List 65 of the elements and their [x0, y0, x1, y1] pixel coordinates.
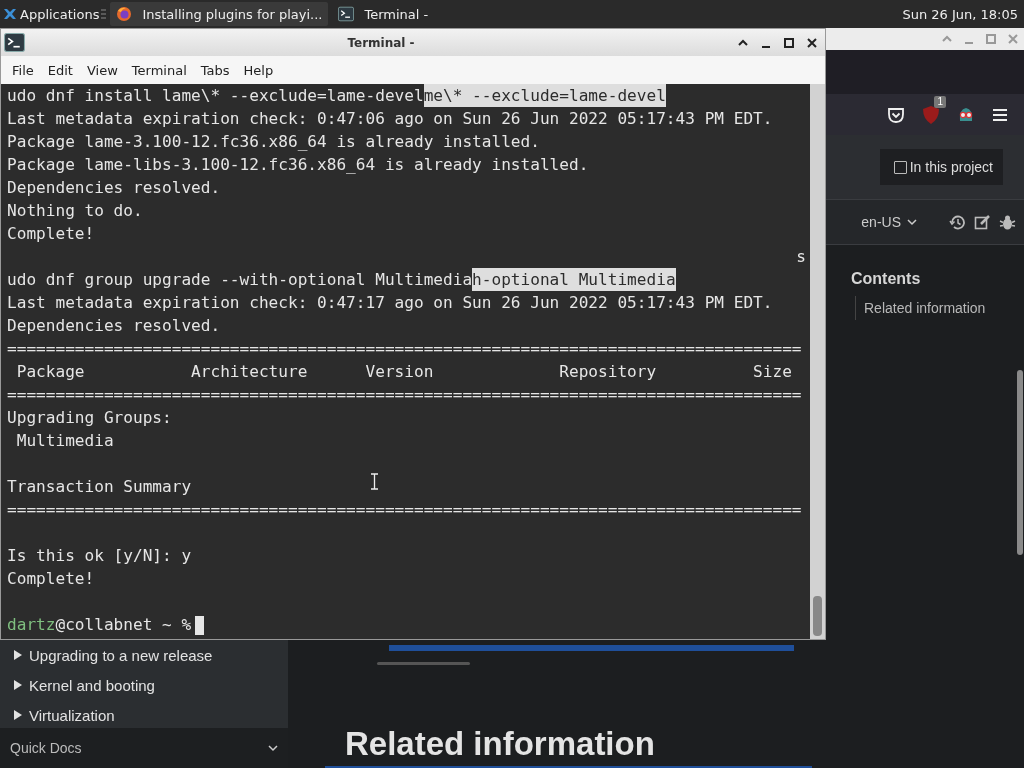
terminal-text: Dependencies resolved.: [7, 315, 221, 337]
terminal-text: Last metadata expiration check: 0:47:06 ago on Sun 26 Jun 2022 05:17:43 PM EDT.: [7, 108, 773, 130]
toc-title: Contents: [851, 270, 921, 288]
scrollbar[interactable]: [810, 84, 825, 639]
prompt-user: dartz: [7, 614, 56, 636]
terminal-text: Multimedia: [15, 430, 114, 452]
shield-extension-icon[interactable]: [920, 103, 942, 126]
taskbar-item[interactable]: Installing plugins for playi...: [109, 1, 330, 27]
menu-item[interactable]: Help: [236, 59, 281, 81]
horizontal-scrollbar[interactable]: [377, 662, 470, 665]
edit-icon[interactable]: [974, 213, 991, 231]
clock: Sun 26 Jun, 18:05: [902, 6, 1018, 22]
terminal-text: Dependencies resolved.: [7, 177, 221, 199]
terminal-text: Complete!: [7, 568, 95, 590]
terminal-text: ==================================================================================: [7, 338, 802, 360]
terminal-text: Complete!: [7, 223, 95, 245]
maximize-icon[interactable]: [783, 36, 795, 49]
prompt-text: @collabnet ~ %: [55, 614, 192, 636]
menu-item[interactable]: Edit: [40, 59, 80, 81]
scrollbar-thumb[interactable]: [813, 596, 822, 636]
applications-menu[interactable]: Applications: [0, 1, 102, 27]
terminal-icon: [338, 6, 355, 22]
close-icon[interactable]: [806, 36, 818, 49]
history-icon[interactable]: [949, 213, 966, 231]
browser-icon: [116, 6, 133, 22]
sidebar-item[interactable]: Virtualization: [0, 700, 288, 728]
menu-item[interactable]: Tabs: [193, 59, 237, 81]
selected-text: h-optional Multimedia: [472, 268, 676, 291]
sidebar-item[interactable]: Upgrading to a new release: [0, 640, 288, 670]
taskbar-item[interactable]: Terminal -: [331, 1, 436, 27]
sidebar-item[interactable]: Kernel and booting: [0, 670, 288, 700]
chevron-down-icon: [907, 218, 917, 226]
terminal-text: s: [796, 246, 806, 268]
scrollbar-thumb[interactable]: [1017, 370, 1023, 555]
bug-icon[interactable]: [999, 213, 1016, 231]
terminal-text: Package lame-3.100-12.fc36.x86_64 is already installed.: [7, 131, 540, 153]
language-dropdown[interactable]: en-US: [855, 213, 923, 231]
terminal-text: ==================================================================================: [7, 499, 802, 521]
menu-item[interactable]: Terminal: [124, 59, 194, 81]
menu-item[interactable]: File: [5, 59, 41, 81]
section-heading: Related information: [345, 724, 655, 764]
notification-badge: 1: [934, 95, 946, 108]
menu-item[interactable]: View: [79, 59, 125, 81]
terminal-text: Last metadata expiration check: 0:47:17 ago on Sun 26 Jun 2022 05:17:43 PM EDT.: [7, 292, 773, 314]
text-cursor: [195, 616, 205, 635]
terminal-text: ==================================================================================: [7, 384, 802, 406]
terminal-text: udo dnf group upgrade --with-optional Multimedia: [7, 269, 473, 291]
terminal-text: udo dnf install lame\* --exclude=lame-devel: [7, 85, 424, 107]
quick-docs-dropdown[interactable]: Quick Docs: [0, 728, 288, 768]
search-scope-checkbox[interactable]: In this project: [879, 149, 1003, 185]
x-logo-icon: [3, 7, 17, 21]
terminal-text: Upgrading Groups:: [7, 407, 172, 429]
window-title: Terminal -: [347, 35, 415, 50]
text-cursor-icon: [370, 473, 379, 490]
terminal-text: Nothing to do.: [7, 200, 143, 222]
terminal-text: Package lame-libs-3.100-12.fc36.x86_64 is already installed.: [7, 154, 589, 176]
selected-text: me\* --exclude=lame-devel: [423, 84, 666, 107]
terminal-text: Package Architecture Version Repository Size: [15, 361, 792, 383]
chevron-down-icon: [268, 744, 278, 752]
grip-icon: [101, 9, 107, 19]
toc-link[interactable]: Related information: [864, 300, 986, 316]
terminal-text: Is this ok [y/N]: y: [7, 545, 192, 567]
checkbox[interactable]: [893, 160, 907, 174]
terminal-icon: [4, 33, 25, 52]
terminal-text: Transaction Summary: [7, 476, 192, 498]
